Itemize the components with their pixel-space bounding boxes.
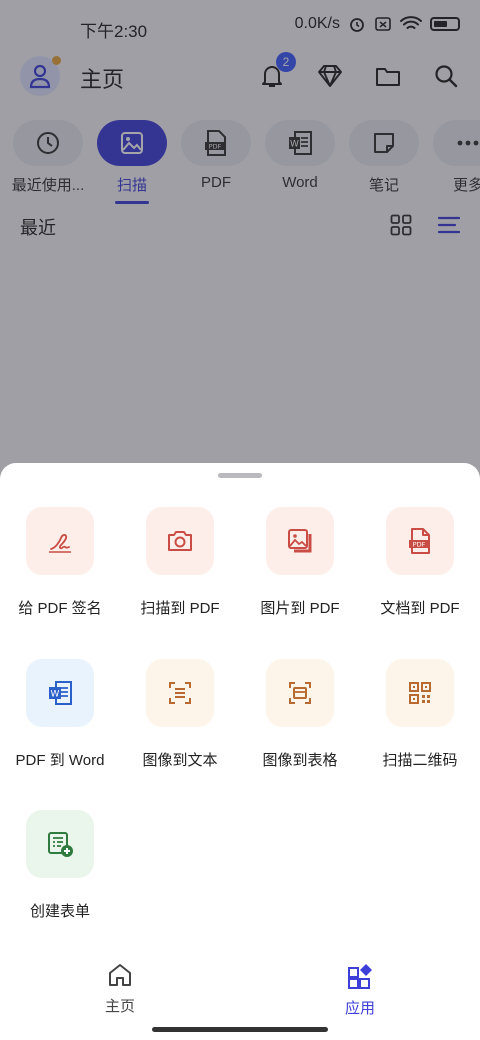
tool-icon-box (266, 659, 334, 727)
svg-text:W: W (51, 690, 60, 700)
nav-home[interactable]: 主页 (60, 962, 180, 1016)
tool-icon-box: PDF (386, 507, 454, 575)
images-icon (288, 529, 312, 553)
tool-image-to-pdf[interactable]: 图片到 PDF (240, 507, 360, 618)
nav-label: 应用 (344, 1000, 375, 1017)
tool-image-to-text[interactable]: 图像到文本 (120, 659, 240, 770)
home-icon (109, 964, 131, 986)
svg-text:PDF: PDF (413, 541, 426, 549)
pdf-doc-icon: PDF (409, 528, 430, 554)
ocr-table-icon (289, 682, 311, 704)
ocr-text-icon (169, 682, 191, 704)
tool-pdf-to-word[interactable]: W PDF 到 Word (0, 659, 120, 770)
sheet-drag-handle[interactable] (218, 473, 262, 478)
camera-icon (168, 531, 192, 551)
form-add-icon (48, 832, 73, 857)
tool-image-to-table[interactable]: 图像到表格 (240, 659, 360, 770)
tool-label: 扫描到 PDF (140, 600, 220, 617)
tool-create-form[interactable]: 创建表单 (0, 810, 120, 921)
tool-doc-to-pdf[interactable]: PDF 文档到 PDF (360, 507, 480, 618)
tool-icon-box (266, 507, 334, 575)
tool-icon-box (146, 507, 214, 575)
tool-scan-qr[interactable]: 扫描二维码 (360, 659, 480, 770)
nav-label: 主页 (104, 998, 135, 1015)
qr-code-icon (409, 682, 431, 704)
word-icon: W (49, 681, 72, 705)
tool-icon-box (386, 659, 454, 727)
tool-icon-box (26, 507, 94, 575)
tool-label: 图像到表格 (262, 752, 338, 769)
tool-sign-pdf[interactable]: 给 PDF 签名 (0, 507, 120, 618)
apps-icon (348, 964, 372, 989)
system-home-indicator[interactable] (152, 1027, 328, 1032)
tool-icon-box (146, 659, 214, 727)
tool-label: 文档到 PDF (380, 600, 460, 617)
tool-label: 图片到 PDF (260, 600, 340, 617)
tool-label: 创建表单 (29, 903, 90, 920)
nav-apps[interactable]: 应用 (300, 962, 420, 1018)
signature-icon (49, 534, 71, 553)
tools-bottom-sheet: 给 PDF 签名 扫描到 PDF 图片到 PDF PDF 文档到 PDF W P (0, 463, 480, 1040)
tool-label: 扫描二维码 (382, 752, 458, 769)
tool-label: 图像到文本 (142, 752, 218, 769)
tool-icon-box (26, 810, 94, 878)
tool-label: PDF 到 Word (15, 752, 105, 769)
tool-icon-box: W (26, 659, 94, 727)
tool-label: 给 PDF 签名 (18, 600, 102, 617)
tool-scan-to-pdf[interactable]: 扫描到 PDF (120, 507, 240, 618)
